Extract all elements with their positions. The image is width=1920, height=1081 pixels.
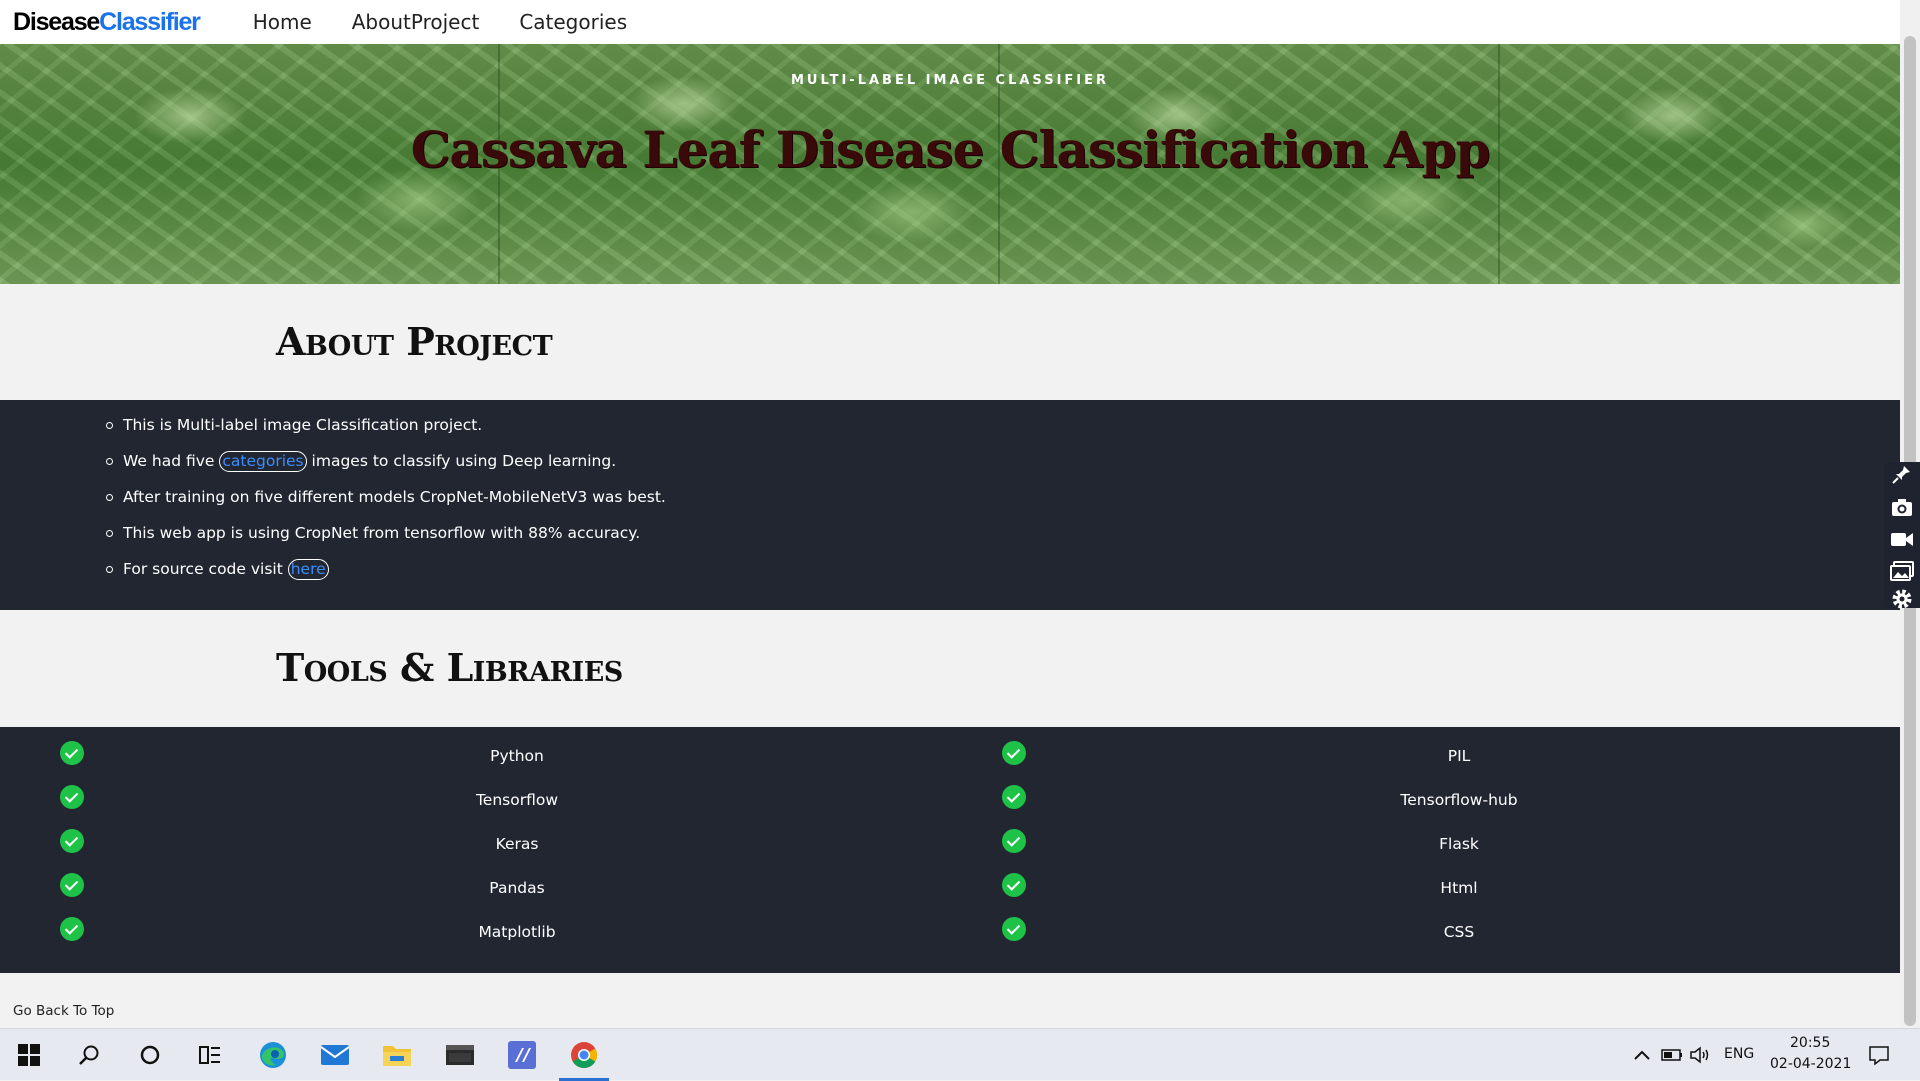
- check-circle-icon: [60, 917, 84, 941]
- tools-heading: Tools & Libraries: [276, 645, 623, 690]
- tools-section: Python PIL Tensorflow Tensorflow-hub Ker…: [0, 727, 1900, 973]
- notifications-icon[interactable]: [1862, 1039, 1896, 1071]
- about-item: We had five categories images to classif…: [106, 450, 666, 486]
- chrome-icon[interactable]: [567, 1039, 601, 1071]
- about-item: This is Multi-label image Classification…: [106, 414, 666, 450]
- task-view-icon[interactable]: [193, 1039, 227, 1071]
- windows-taskbar: ENG 20:55 02-04-2021: [0, 1028, 1920, 1081]
- tool-name: Flask: [1439, 835, 1479, 853]
- about-item-text: For source code visit: [123, 560, 288, 578]
- tools-section-header: Tools & Libraries: [0, 610, 1900, 727]
- tool-name: Matplotlib: [478, 923, 556, 941]
- tool-name: PIL: [1447, 747, 1471, 765]
- hero-title: Cassava Leaf Disease Classification App: [410, 120, 1491, 179]
- nav-link-home[interactable]: Home: [253, 10, 312, 34]
- nav-link-about-project[interactable]: AboutProject: [352, 10, 480, 34]
- clock-time[interactable]: 20:55: [1790, 1035, 1830, 1051]
- pin-icon[interactable]: [1890, 464, 1914, 486]
- search-icon[interactable]: [72, 1039, 106, 1071]
- check-circle-icon: [60, 741, 84, 765]
- tool-name: Html: [1440, 879, 1478, 897]
- about-item-text: After training on five different models …: [123, 488, 666, 506]
- check-circle-icon: [60, 785, 84, 809]
- brand-part-1: Disease: [13, 7, 100, 36]
- about-item-text: images to classify using Deep learning.: [306, 452, 617, 470]
- about-section: This is Multi-label image Classification…: [0, 400, 1900, 610]
- camera-icon[interactable]: [1890, 496, 1914, 518]
- about-list: This is Multi-label image Classification…: [106, 414, 666, 594]
- tool-name: Keras: [495, 835, 539, 853]
- cortana-icon[interactable]: [133, 1039, 167, 1071]
- about-item-text: This is Multi-label image Classification…: [123, 416, 483, 434]
- tool-name: CSS: [1443, 923, 1475, 941]
- file-explorer-icon[interactable]: [380, 1039, 414, 1071]
- navbar: DiseaseClassifier Home AboutProject Cate…: [0, 0, 1900, 44]
- chevron-up-icon[interactable]: [1625, 1039, 1659, 1071]
- screen-capture-toolbar: [1884, 462, 1920, 610]
- tool-name: Tensorflow: [475, 791, 559, 809]
- about-item: This web app is using CropNet from tenso…: [106, 522, 666, 558]
- video-icon[interactable]: [1890, 528, 1914, 550]
- about-item: For source code visit here: [106, 558, 666, 594]
- tool-row: Keras Flask: [0, 829, 1900, 873]
- tool-row: Pandas Html: [0, 873, 1900, 917]
- check-circle-icon: [60, 873, 84, 897]
- terminal-icon[interactable]: [443, 1039, 477, 1071]
- edge-icon[interactable]: [256, 1039, 290, 1071]
- mail-icon[interactable]: [318, 1039, 352, 1071]
- tool-name: Python: [490, 747, 544, 765]
- tool-name: Tensorflow-hub: [1400, 791, 1518, 809]
- clock-date[interactable]: 02-04-2021: [1770, 1056, 1851, 1072]
- gallery-icon[interactable]: [1890, 560, 1914, 582]
- volume-icon[interactable]: [1683, 1039, 1717, 1071]
- tool-row: Python PIL: [0, 741, 1900, 785]
- about-item-text: This web app is using CropNet from tenso…: [123, 524, 641, 542]
- about-heading: About Project: [276, 319, 553, 364]
- categories-link[interactable]: categories: [219, 451, 307, 472]
- about-section-header: About Project: [0, 284, 1900, 400]
- about-item: After training on five different models …: [106, 486, 666, 522]
- vscode-icon[interactable]: [505, 1039, 539, 1071]
- nav-link-categories[interactable]: Categories: [519, 10, 627, 34]
- go-back-to-top-link[interactable]: Go Back To Top: [13, 1003, 114, 1019]
- check-circle-icon: [1002, 829, 1026, 853]
- source-code-link[interactable]: here: [287, 559, 329, 580]
- settings-icon[interactable]: [1890, 588, 1914, 610]
- check-circle-icon: [1002, 917, 1026, 941]
- brand-logo[interactable]: DiseaseClassifier: [13, 7, 201, 37]
- about-item-text: We had five: [123, 452, 220, 470]
- tool-row: Tensorflow Tensorflow-hub: [0, 785, 1900, 829]
- hero-banner: MULTI-LABEL IMAGE CLASSIFIER Cassava Lea…: [0, 44, 1900, 284]
- check-circle-icon: [1002, 873, 1026, 897]
- brand-part-2: Classifier: [99, 7, 201, 36]
- language-indicator[interactable]: ENG: [1724, 1046, 1754, 1062]
- check-circle-icon: [1002, 741, 1026, 765]
- check-circle-icon: [1002, 785, 1026, 809]
- tool-name: Pandas: [489, 879, 545, 897]
- nav-links: Home AboutProject Categories: [253, 10, 667, 34]
- check-circle-icon: [60, 829, 84, 853]
- hero-subtitle: MULTI-LABEL IMAGE CLASSIFIER: [790, 73, 1110, 88]
- tool-row: Matplotlib CSS: [0, 917, 1900, 961]
- windows-start-icon[interactable]: [12, 1039, 46, 1071]
